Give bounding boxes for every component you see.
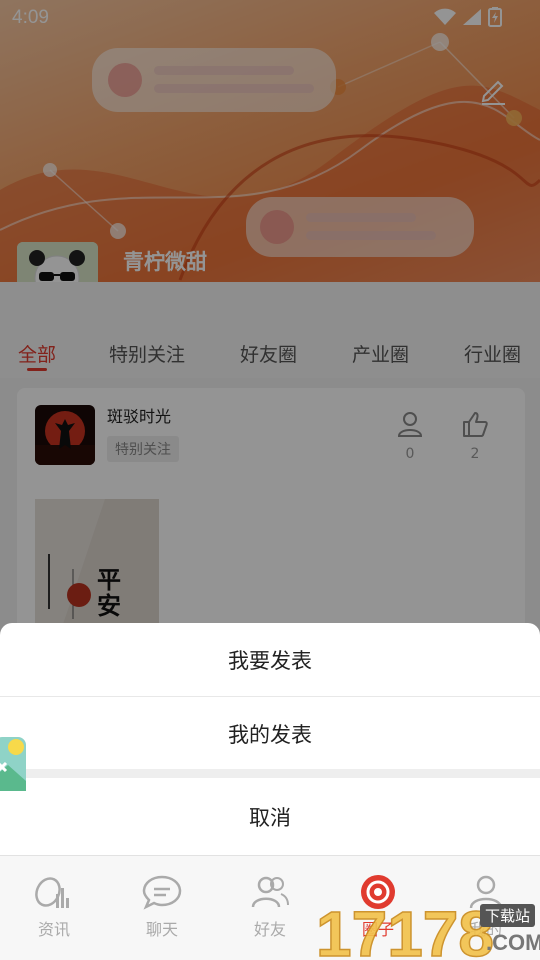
my-posts-button[interactable]: 我的发表 — [0, 697, 540, 771]
nav-news-label: 资讯 — [37, 920, 70, 939]
nav-chat-label: 聊天 — [145, 920, 178, 939]
sheet-gap — [0, 769, 540, 778]
action-sheet: 我要发表 我的发表 取消 — [0, 623, 540, 855]
chat-icon — [142, 875, 182, 910]
nav-friends[interactable]: 好友 — [235, 874, 305, 940]
svg-text:17178: 17178 — [316, 898, 494, 960]
nav-news[interactable]: 资讯 — [19, 874, 89, 940]
publish-button[interactable]: 我要发表 — [0, 623, 540, 697]
floating-image-icon[interactable] — [0, 737, 26, 791]
cancel-button[interactable]: 取消 — [0, 780, 540, 854]
news-icon — [35, 877, 69, 908]
watermark-label: 下载站 — [480, 904, 536, 927]
nav-friends-label: 好友 — [253, 920, 286, 939]
friends-icon — [251, 876, 289, 908]
site-watermark: 17178 下载站 .COM — [315, 896, 540, 960]
watermark-domain: .COM — [486, 930, 540, 955]
nav-chat[interactable]: 聊天 — [127, 874, 197, 940]
